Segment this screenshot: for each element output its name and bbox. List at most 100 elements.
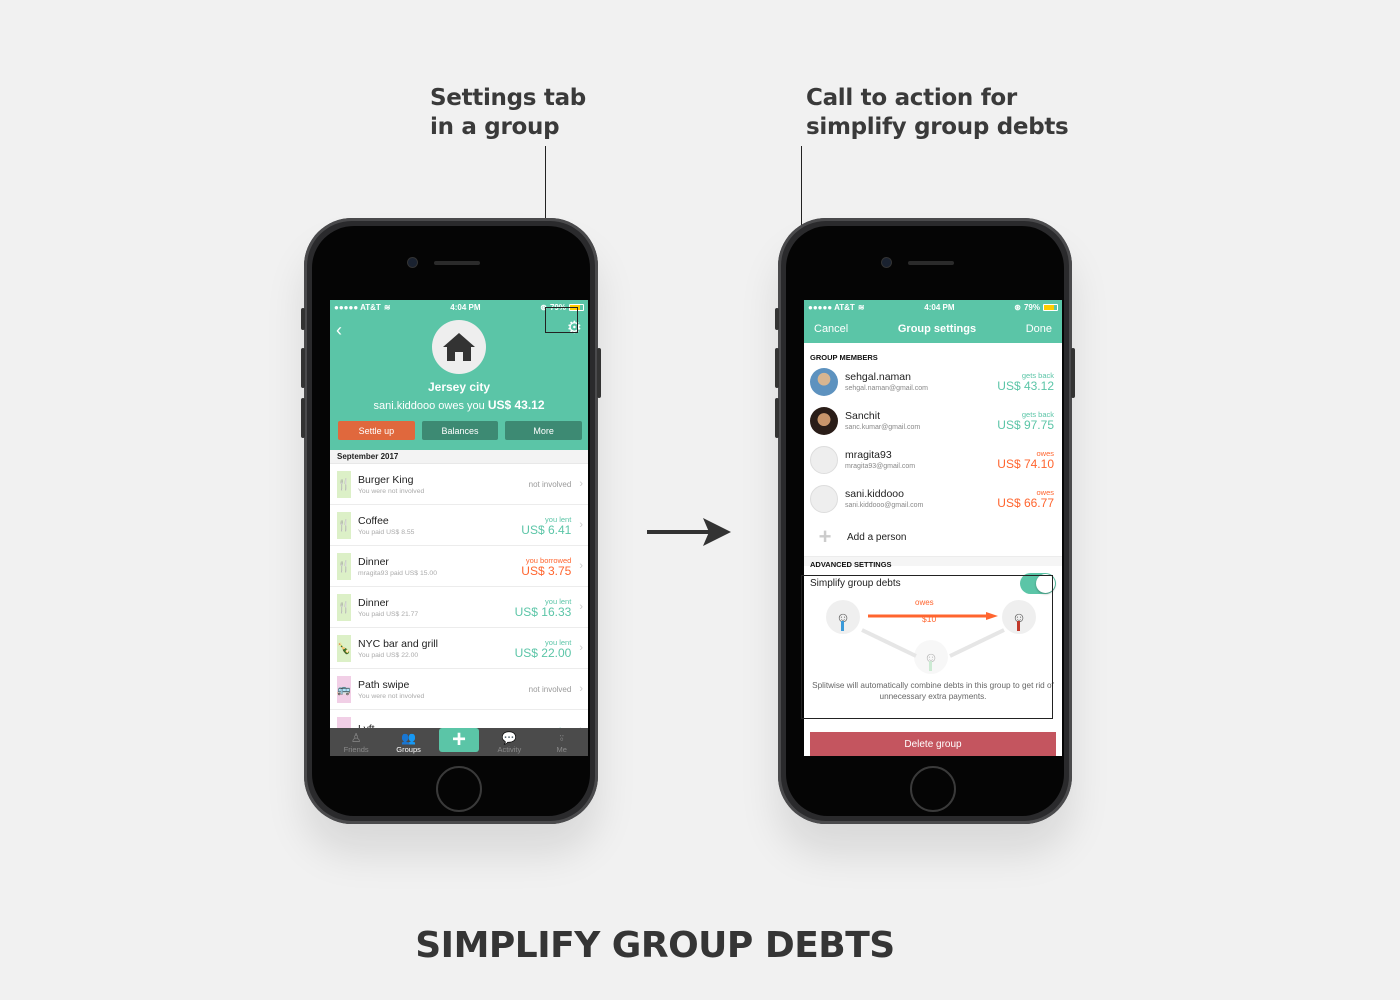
front-camera: [882, 258, 891, 267]
mute-switch: [775, 308, 779, 330]
expense-status: not involved: [528, 479, 572, 489]
member-name: sehgal.naman: [845, 371, 911, 383]
member-row[interactable]: sehgal.naman sehgal.naman@gmail.com gets…: [804, 362, 1062, 401]
tab-label: Me: [556, 745, 567, 754]
highlight-simplify-section: [801, 575, 1053, 719]
group-balance: sani.kiddooo owes you US$ 43.12: [330, 398, 588, 412]
expense-row[interactable]: 🍴 Dinner You paid US$ 21.77 you lent US$…: [330, 587, 588, 628]
member-email: sehgal.naman@gmail.com: [845, 385, 928, 392]
home-button[interactable]: [910, 766, 956, 812]
chevron-right-icon: ›: [579, 478, 583, 490]
group-name: Jersey city: [427, 380, 491, 394]
annotation-line: simplify group debts: [806, 114, 1069, 140]
add-expense-button[interactable]: +: [438, 726, 479, 753]
member-name: Sanchit: [845, 410, 881, 422]
expense-row[interactable]: 🍴 Dinner mragita93 paid US$ 15.00 you bo…: [330, 546, 588, 587]
group-header: ‹ ⚙ Jersey city sani.kiddooo owes you US…: [330, 314, 588, 450]
tab-bar: ♙ Friends 👥 Groups + 💬 Activity ⍤ Me: [330, 726, 588, 756]
bus-icon: 🚌: [337, 675, 351, 703]
battery-fill: [1043, 304, 1055, 310]
group-avatar: [432, 320, 486, 374]
carrier-label: ●●●●● AT&T: [808, 302, 855, 312]
battery-percent: 79%: [1023, 302, 1040, 312]
member-email: sanc.kumar@gmail.com: [845, 424, 921, 431]
page-footer-title: SIMPLIFY GROUP DEBTS: [415, 925, 895, 966]
tab-me[interactable]: ⍤ Me: [540, 731, 584, 754]
member-email: mragita93@gmail.com: [845, 463, 916, 470]
wifi-icon: ≋: [383, 302, 391, 312]
annotation-settings-tab: Settings tab in a group: [430, 84, 586, 142]
member-balance-amount: US$ 43.12: [997, 379, 1054, 393]
expense-subtitle: You paid US$ 8.55: [358, 528, 415, 536]
done-button[interactable]: Done: [1026, 323, 1052, 335]
member-balance-amount: US$ 97.75: [997, 418, 1054, 432]
page-title: Group settings: [897, 322, 977, 335]
volume-up-button: [301, 348, 305, 388]
member-row[interactable]: mragita93 mragita93@gmail.com owes US$ 7…: [804, 440, 1062, 479]
battery-icon: [1042, 303, 1058, 311]
add-person-button[interactable]: + Add a person: [804, 518, 1062, 556]
group-members-label: GROUP MEMBERS: [810, 353, 878, 362]
phone-group-settings: ●●●●● AT&T ≋ 4:04 PM ⊛ 79% Cancel Group …: [775, 218, 1075, 824]
expense-title: Dinner: [358, 596, 389, 609]
chevron-right-icon: ›: [579, 519, 583, 531]
expense-subtitle: You paid US$ 22.00: [358, 651, 419, 659]
plus-icon: +: [818, 524, 832, 549]
tab-activity[interactable]: 💬 Activity: [487, 731, 531, 754]
member-row[interactable]: sani.kiddooo sani.kiddooo@gmail.com owes…: [804, 479, 1062, 518]
member-email: sani.kiddooo@gmail.com: [845, 502, 924, 509]
balance-text: sani.kiddooo owes you: [373, 400, 485, 412]
wifi-icon: ≋: [857, 302, 865, 312]
expense-status: not involved: [528, 684, 572, 694]
more-button[interactable]: More: [505, 421, 583, 440]
fork-knife-icon: 🍴: [337, 593, 351, 621]
tab-label: Activity: [497, 745, 522, 754]
expense-row[interactable]: 🍴 Coffee You paid US$ 8.55 you lent US$ …: [330, 505, 588, 546]
balance-amount: US$ 43.12: [487, 398, 545, 412]
expense-title: Burger King: [358, 473, 414, 486]
rotation-lock-icon: ⊛: [1014, 302, 1021, 312]
expense-row[interactable]: 🍾 NYC bar and grill You paid US$ 22.00 y…: [330, 628, 588, 669]
power-button: [1071, 348, 1075, 398]
expense-row[interactable]: 🍴 Burger King You were not involved not …: [330, 464, 588, 505]
group-screen: ●●●●● AT&T ≋ 4:04 PM ⊛ 79% ‹ ⚙ Jersey ci…: [330, 300, 588, 756]
tab-groups[interactable]: 👥 Groups: [387, 731, 431, 754]
balances-button[interactable]: Balances: [421, 421, 499, 440]
chevron-right-icon: ›: [579, 560, 583, 572]
phone-bezel: ●●●●● AT&T ≋ 4:04 PM ⊛ 79% Cancel Group …: [786, 226, 1064, 816]
fork-knife-icon: 🍴: [337, 470, 351, 498]
member-balance-amount: US$ 66.77: [997, 496, 1054, 510]
member-avatar: [810, 367, 838, 396]
expense-amount: US$ 3.75: [521, 563, 572, 578]
tab-friends[interactable]: ♙ Friends: [334, 731, 378, 754]
speech-bubble-icon: 💬: [501, 731, 517, 745]
member-row[interactable]: Sanchit sanc.kumar@gmail.com gets back U…: [804, 401, 1062, 440]
house-icon: [443, 333, 475, 361]
member-name: mragita93: [845, 449, 892, 461]
flow-arrow-icon: [647, 518, 731, 546]
home-button[interactable]: [436, 766, 482, 812]
group-people-icon: 👥: [401, 731, 417, 745]
nav-bar: Cancel Group settings Done: [804, 314, 1062, 343]
settle-up-button[interactable]: Settle up: [338, 421, 415, 440]
member-list: sehgal.naman sehgal.naman@gmail.com gets…: [804, 362, 1062, 518]
volume-down-button: [301, 398, 305, 438]
expense-title: Path swipe: [358, 678, 410, 691]
fork-knife-icon: 🍴: [337, 552, 351, 580]
chevron-right-icon: ›: [579, 642, 583, 654]
back-chevron-icon[interactable]: ‹: [336, 320, 342, 341]
annotation-line: Call to action for: [806, 85, 1017, 111]
expense-row[interactable]: 🚌 Path swipe You were not involved not i…: [330, 669, 588, 710]
expense-subtitle: You were not involved: [358, 692, 425, 700]
clock: 4:04 PM: [450, 302, 481, 312]
status-bar: ●●●●● AT&T ≋ 4:04 PM ⊛ 79%: [804, 300, 1062, 314]
volume-down-button: [775, 398, 779, 438]
expense-subtitle: You paid US$ 21.77: [358, 610, 419, 618]
volume-up-button: [775, 348, 779, 388]
cancel-button[interactable]: Cancel: [814, 323, 848, 335]
mute-switch: [301, 308, 305, 330]
member-name: sani.kiddooo: [845, 488, 904, 500]
delete-group-button[interactable]: Delete group: [810, 732, 1056, 756]
expense-subtitle: You were not involved: [358, 487, 425, 495]
member-balance-amount: US$ 74.10: [997, 457, 1054, 471]
